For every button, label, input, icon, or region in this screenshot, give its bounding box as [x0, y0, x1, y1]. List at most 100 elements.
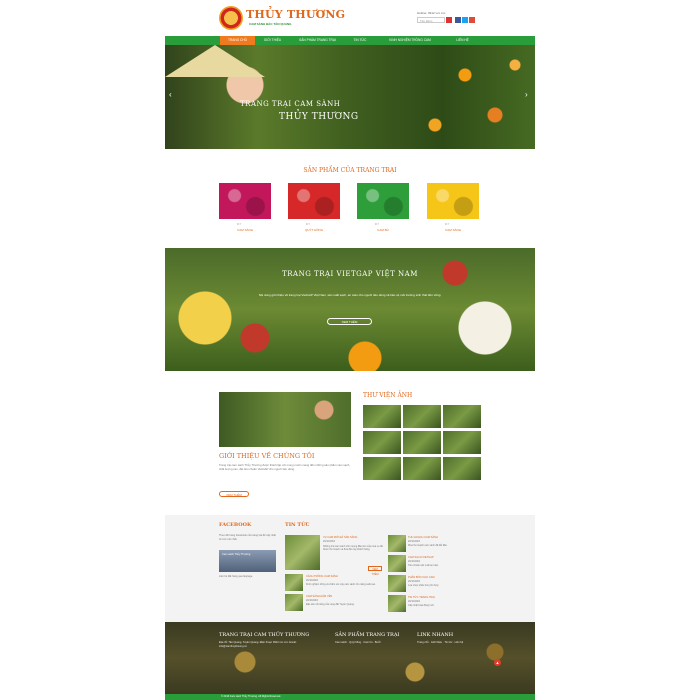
hotline-text: Hotline: 0912 xxx xxx — [417, 11, 446, 15]
back-to-top-icon[interactable]: ▲ — [494, 659, 501, 666]
gallery-thumb[interactable] — [443, 457, 481, 480]
intro-more-button[interactable]: XEM THÊM — [219, 491, 249, 497]
nav-item-products[interactable]: SẢN PHẨM TRANG TRẠI — [290, 36, 345, 45]
brand-name[interactable]: THỦY THƯƠNG — [246, 8, 345, 21]
facebook-widget[interactable]: Cam sành Thủy Thương — [219, 550, 276, 572]
facebook-icon[interactable] — [455, 17, 461, 23]
nav-item-home[interactable]: TRANG CHỦ — [220, 36, 255, 45]
news-featured-image[interactable] — [285, 535, 320, 570]
google-plus-icon[interactable] — [469, 17, 475, 23]
next-arrow-icon[interactable]: › — [525, 90, 528, 99]
prev-arrow-icon[interactable]: ‹ — [169, 90, 172, 99]
news-featured-date: 20/10/2016 — [323, 540, 335, 543]
news-featured-title[interactable]: VỤ CAM MỚI ĐÃ SẴN SÀNG — [323, 536, 383, 539]
facebook-text: Theo dõi trang Facebook của trang trại đ… — [219, 534, 276, 541]
page: THỦY THƯƠNG CAM SÀNH BẮC TÂN QUANG Hotli… — [165, 0, 535, 700]
search-icon[interactable] — [446, 17, 452, 23]
product-image[interactable] — [288, 183, 340, 219]
twitter-icon[interactable] — [462, 17, 468, 23]
gallery-thumb[interactable] — [363, 431, 401, 454]
product-name[interactable]: QUÝT HỒNG — [288, 228, 340, 232]
news-item-excerpt: Mùa thu hoạch cam sành đã bắt đầu. — [408, 544, 448, 547]
nav-item-experience[interactable]: KINH NGHIỆM TRỒNG CAM — [375, 36, 445, 45]
facebook-page-name[interactable]: Cam sành Thủy Thương — [222, 553, 250, 556]
news-item-title[interactable]: CAM SÀNH HÀM YÊN — [306, 595, 384, 598]
news-item-excerpt: Tiêu chuẩn sản xuất an toàn. — [408, 564, 439, 567]
gallery-thumb[interactable] — [403, 457, 441, 480]
news-thumb[interactable] — [388, 595, 406, 612]
product-name[interactable]: CAM SÀNH — [219, 228, 271, 232]
news-item-date: 20/10/2016 — [408, 580, 420, 583]
news-item-date: 20/10/2016 — [306, 599, 318, 602]
gallery-thumb[interactable] — [443, 405, 481, 428]
facebook-sub: Liên hệ đặt hàng qua fanpage. — [219, 575, 253, 578]
product-price: 0 ₫ — [445, 222, 450, 226]
news-item-title[interactable]: CAM SẠCH VIETGAP — [408, 556, 480, 559]
news-title: TIN TỨC — [285, 522, 310, 528]
product-price: 0 ₫ — [375, 222, 380, 226]
site-header: THỦY THƯƠNG CAM SÀNH BẮC TÂN QUANG Hotli… — [165, 0, 535, 35]
news-more-button[interactable]: XEM THÊM — [368, 566, 382, 576]
product-image[interactable] — [427, 183, 479, 219]
hero-banner: TRANG TRẠI CAM SÀNH THỦY THƯƠNG ‹ › — [165, 45, 535, 149]
news-thumb[interactable] — [388, 535, 406, 552]
search-input[interactable]: Tìm kiếm — [417, 17, 445, 23]
news-item-date: 20/10/2016 — [408, 600, 420, 603]
news-item-excerpt: Cập nhật hoạt động mới. — [408, 604, 435, 607]
news-item-date: 20/10/2016 — [408, 560, 420, 563]
news-item-excerpt: Kinh nghiệm trồng và chăm sóc cây cam sà… — [306, 583, 376, 586]
nav-item-about[interactable]: GIỚI THIỆU — [255, 36, 290, 45]
hero-line1: TRANG TRẠI CAM SÀNH — [240, 100, 341, 108]
vietgap-title: TRANG TRẠI VIETGAP VIỆT NAM — [282, 270, 418, 278]
news-item-date: 20/10/2016 — [306, 579, 318, 582]
footer-col1-title: TRANG TRẠI CAM THỦY THƯƠNG — [219, 632, 310, 638]
brand-tagline: CAM SÀNH BẮC TÂN QUANG — [249, 22, 292, 26]
news-item-excerpt: Đặc sản nổi tiếng của vùng đất Tuyên Qua… — [306, 603, 355, 606]
products-title: SẢN PHẨM CỦA TRANG TRẠI — [303, 167, 397, 174]
logo-icon[interactable] — [219, 6, 243, 30]
intro-title: GIỚI THIỆU VỀ CHÚNG TÔI — [219, 452, 315, 460]
news-thumb[interactable] — [285, 574, 303, 591]
copyright-bar: © 2016 Cam sành Thủy Thương. All Rights … — [165, 694, 535, 700]
news-thumb[interactable] — [388, 555, 406, 572]
news-item-title[interactable]: PHÂN BÓN CHO CAM — [408, 576, 480, 579]
main-nav: TRANG CHỦ GIỚI THIỆU SẢN PHẨM TRANG TRẠI… — [165, 36, 535, 45]
site-footer: TRANG TRẠI CAM THỦY THƯƠNG Địa chỉ: Tân … — [165, 622, 535, 694]
footer-col2-text[interactable]: Cam sành · Quýt hồng · Cam bù · Bưởi — [335, 641, 405, 645]
facebook-title: FACEBOOK — [219, 522, 252, 528]
footer-col1-text: Địa chỉ: Tân Quang, Tuyên Quang. Điện th… — [219, 641, 297, 648]
product-name[interactable]: CAM SÀNH — [427, 228, 479, 232]
footer-col2-title: SẢN PHẨM TRANG TRẠI — [335, 632, 400, 638]
hero-image — [165, 45, 265, 77]
news-item-excerpt: Lựa chọn phân bón phù hợp. — [408, 584, 439, 587]
news-thumb[interactable] — [388, 575, 406, 592]
vietgap-banner: TRANG TRẠI VIETGAP VIỆT NAM Nội dung giớ… — [165, 248, 535, 371]
news-item-date: 20/10/2016 — [408, 540, 420, 543]
news-item-title[interactable]: TIN TỨC TRANG TRẠI — [408, 596, 480, 599]
news-featured-excerpt: Những trái cam sành chín mọng đầu tiên c… — [323, 545, 383, 552]
product-name[interactable]: CAM BÙ — [357, 228, 409, 232]
news-item-title[interactable]: THU HOẠCH CAM SÀNH — [408, 536, 480, 539]
gallery-thumb[interactable] — [403, 405, 441, 428]
gallery-thumb[interactable] — [363, 457, 401, 480]
product-image[interactable] — [357, 183, 409, 219]
gallery-thumb[interactable] — [443, 431, 481, 454]
news-item-title[interactable]: CÁCH TRỒNG CAM SÀNH — [306, 575, 384, 578]
vietgap-more-button[interactable]: XEM THÊM — [327, 318, 372, 325]
vietgap-text: Nội dung giới thiệu về trang trại VietGA… — [258, 293, 442, 297]
hero-line2: THỦY THƯƠNG — [279, 112, 359, 122]
news-thumb[interactable] — [285, 594, 303, 611]
nav-item-news[interactable]: TIN TỨC — [345, 36, 375, 45]
product-price: 0 ₫ — [306, 222, 311, 226]
gallery-thumb[interactable] — [363, 405, 401, 428]
footer-col3-text[interactable]: Trang chủ · Giới thiệu · Tin tức · Liên … — [417, 641, 487, 645]
nav-item-contact[interactable]: LIÊN HỆ — [445, 36, 480, 45]
product-image[interactable] — [219, 183, 271, 219]
gallery-thumb[interactable] — [403, 431, 441, 454]
product-price: 0 ₫ — [237, 222, 242, 226]
copyright-text: © 2016 Cam sành Thủy Thương. All Rights … — [221, 695, 281, 698]
intro-image — [219, 392, 351, 447]
gallery-title: THƯ VIỆN ẢNH — [363, 392, 413, 399]
intro-text: Trang trại cam sành Thủy Thương được thà… — [219, 463, 351, 471]
footer-col3-title: LINK NHANH — [417, 632, 454, 638]
